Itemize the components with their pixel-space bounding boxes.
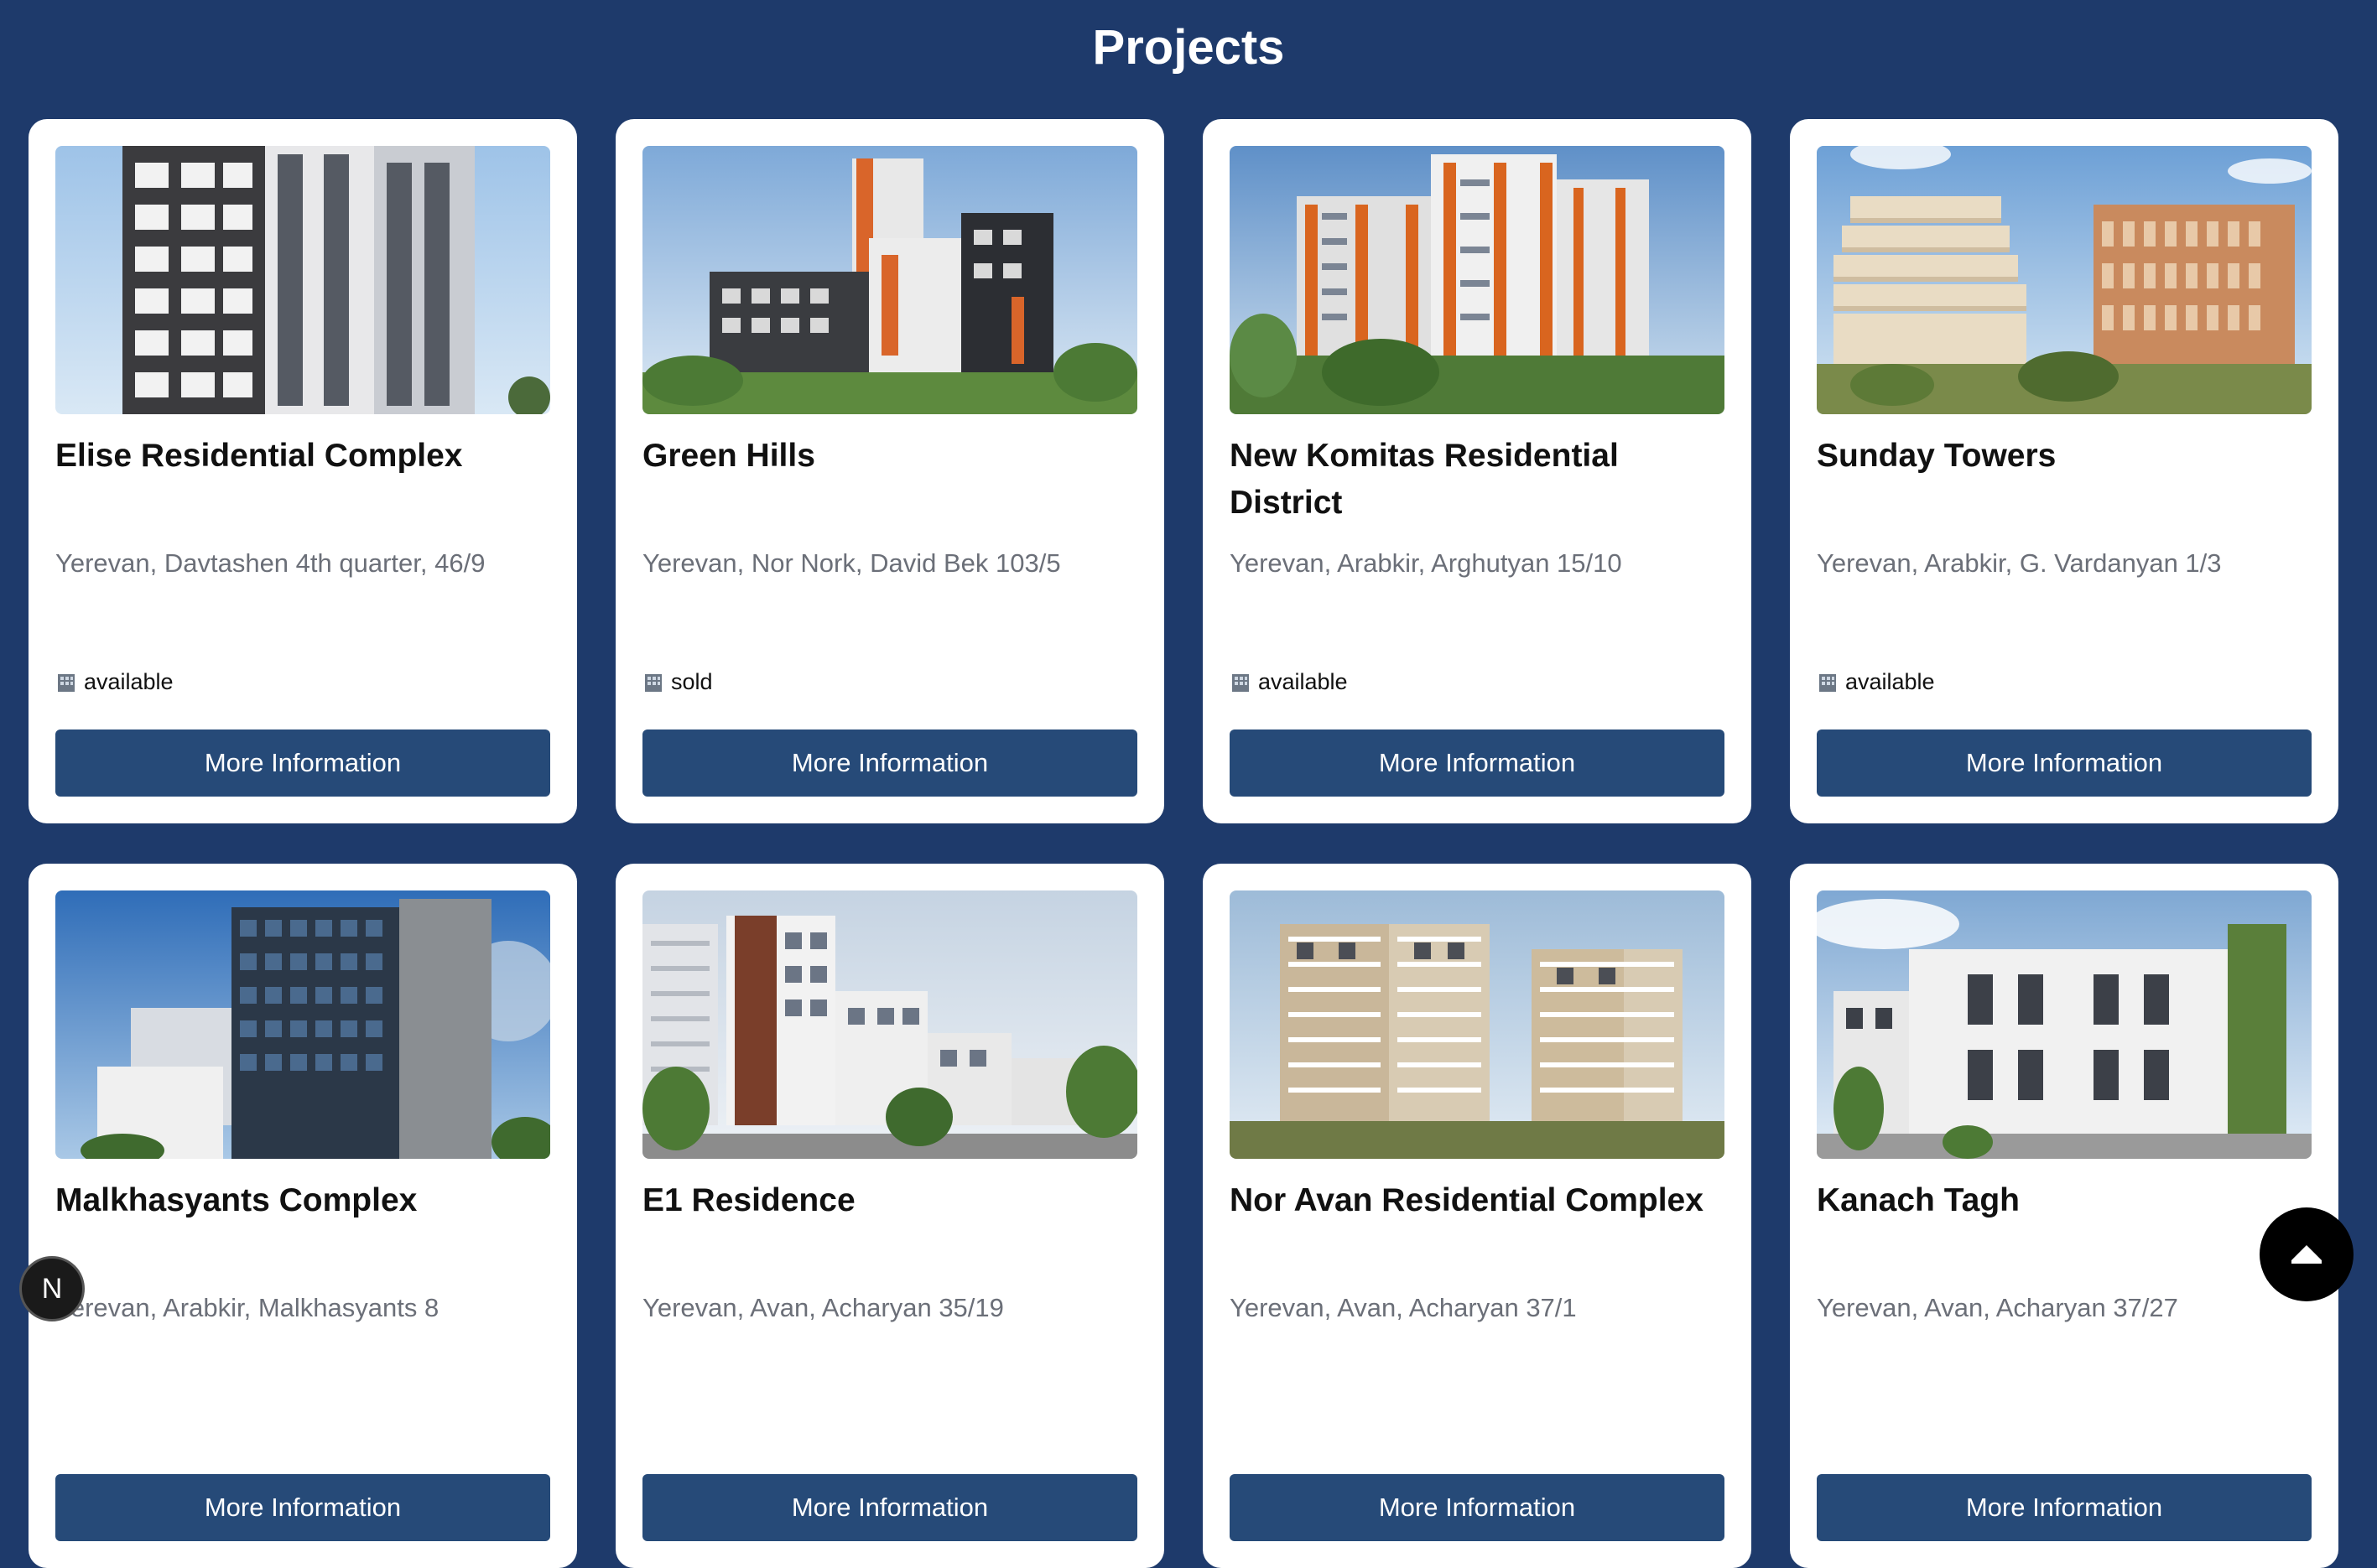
- project-address: Yerevan, Arabkir, Malkhasyants 8: [55, 1293, 440, 1322]
- project-address: Yerevan, Avan, Acharyan 35/19: [642, 1293, 1004, 1322]
- project-title: Nor Avan Residential Complex: [1230, 1182, 1703, 1218]
- more-information-button[interactable]: More Information: [642, 729, 1137, 797]
- project-address: Yerevan, Arabkir, Arghutyan 15/10: [1230, 548, 1622, 578]
- project-title: Elise Residential Complex: [55, 438, 463, 474]
- project-address: Yerevan, Nor Nork, David Bek 103/5: [642, 548, 1061, 578]
- project-card: Elise Residential Complex Yerevan, Davta…: [29, 119, 577, 823]
- project-status: available: [1230, 669, 1348, 695]
- project-card: Malkhasyants Complex Yerevan, Arabkir, M…: [29, 864, 577, 1568]
- more-information-button[interactable]: More Information: [1230, 729, 1724, 797]
- more-information-button[interactable]: More Information: [1230, 1474, 1724, 1541]
- project-image[interactable]: [55, 890, 550, 1159]
- project-address: Yerevan, Davtashen 4th quarter, 46/9: [55, 548, 486, 578]
- project-title: E1 Residence: [642, 1182, 856, 1218]
- building-icon: [1817, 672, 1839, 693]
- more-information-button[interactable]: More Information: [1817, 729, 2312, 797]
- more-information-button[interactable]: More Information: [1817, 1474, 2312, 1541]
- project-title: Green Hills: [642, 438, 815, 474]
- project-address: Yerevan, Avan, Acharyan 37/27: [1817, 1293, 2178, 1322]
- building-icon: [55, 672, 77, 693]
- project-card: Green Hills Yerevan, Nor Nork, David Bek…: [616, 119, 1164, 823]
- project-image[interactable]: [1817, 890, 2312, 1159]
- building-icon: [642, 672, 664, 693]
- more-information-button[interactable]: More Information: [55, 729, 550, 797]
- status-label: available: [1258, 669, 1348, 694]
- project-title: Sunday Towers: [1817, 438, 2057, 474]
- nextjs-dev-badge[interactable]: N: [19, 1256, 85, 1321]
- project-image[interactable]: [1817, 146, 2312, 414]
- project-card: Nor Avan Residential Complex Yerevan, Av…: [1203, 864, 1751, 1568]
- project-card: Kanach Tagh Yerevan, Avan, Acharyan 37/2…: [1790, 864, 2338, 1568]
- project-address: Yerevan, Arabkir, G. Vardanyan 1/3: [1817, 548, 2222, 578]
- project-image[interactable]: [642, 890, 1137, 1159]
- project-title: Kanach Tagh: [1817, 1182, 2020, 1218]
- page-title: Projects: [1092, 20, 1285, 75]
- project-status: sold: [642, 669, 713, 695]
- project-card: Sunday Towers Yerevan, Arabkir, G. Varda…: [1790, 119, 2338, 823]
- more-information-button[interactable]: More Information: [55, 1474, 550, 1541]
- scroll-to-top-button[interactable]: [2260, 1207, 2354, 1301]
- project-card: New Komitas Residential District Yerevan…: [1203, 119, 1751, 823]
- project-image[interactable]: [1230, 890, 1724, 1159]
- project-status: available: [1817, 669, 1935, 695]
- project-status: available: [55, 669, 174, 695]
- status-label: sold: [671, 669, 713, 694]
- project-image[interactable]: [55, 146, 550, 414]
- project-title: New Komitas Residential District: [1230, 438, 1619, 521]
- building-icon: [1230, 672, 1251, 693]
- project-image[interactable]: [642, 146, 1137, 414]
- status-label: available: [84, 669, 174, 694]
- more-information-button[interactable]: More Information: [642, 1474, 1137, 1541]
- project-card: E1 Residence Yerevan, Avan, Acharyan 35/…: [616, 864, 1164, 1568]
- status-label: available: [1845, 669, 1935, 694]
- project-image[interactable]: [1230, 146, 1724, 414]
- caret-up-icon: [2288, 1240, 2325, 1269]
- project-title: Malkhasyants Complex: [55, 1182, 418, 1218]
- project-address: Yerevan, Avan, Acharyan 37/1: [1230, 1293, 1577, 1322]
- projects-grid: Elise Residential Complex Yerevan, Davta…: [29, 119, 2338, 1568]
